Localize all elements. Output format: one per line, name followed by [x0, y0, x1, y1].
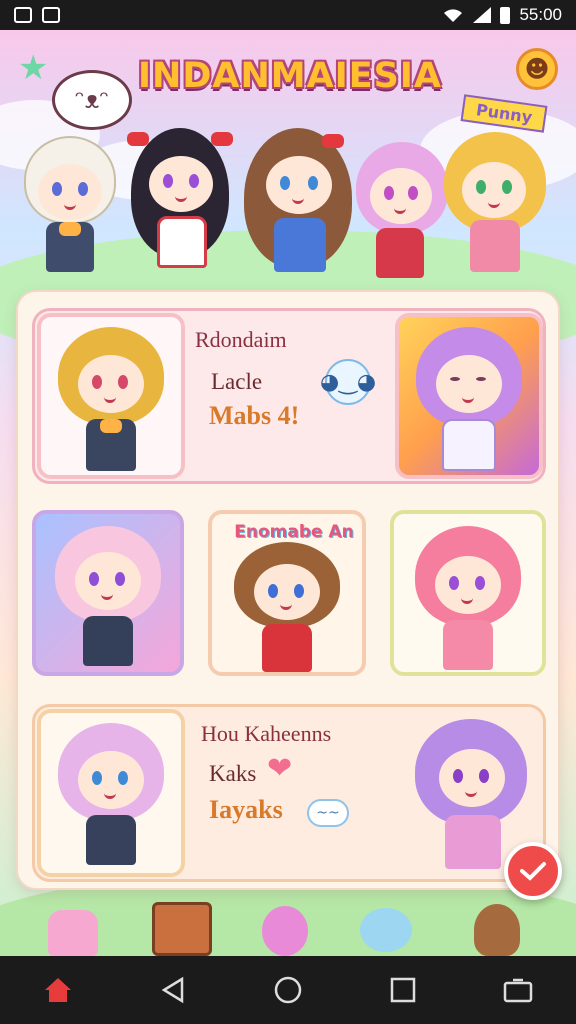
smiley-badge-icon: ◕‿◕ — [320, 359, 376, 405]
card-1-avatar-tile[interactable] — [37, 313, 185, 479]
grid-tile-right[interactable] — [390, 510, 546, 676]
character-black-hair — [125, 128, 235, 288]
status-time: 55:00 — [519, 5, 562, 24]
back-triangle-icon[interactable] — [153, 970, 193, 1010]
character-white-hair — [20, 136, 120, 286]
star-icon: ★ — [18, 48, 49, 88]
card-1-line1: Lacle — [211, 369, 263, 394]
character-pink-cat — [53, 526, 163, 672]
character-lilac-ram — [56, 723, 166, 873]
battery-icon — [500, 6, 511, 24]
character-blonde-hair — [440, 132, 550, 292]
feature-card-2[interactable]: Hou Kaheenns Kaks ❤ Iayaks ~~ — [32, 704, 546, 882]
grid-tile-middle[interactable]: Enomabe An — [208, 510, 366, 676]
recents-square-icon[interactable] — [383, 970, 423, 1010]
check-icon — [520, 862, 546, 881]
wifi-icon — [444, 9, 463, 22]
smile-icon[interactable]: ☻ — [516, 48, 558, 90]
grid-tile-left[interactable] — [32, 510, 184, 676]
status-left-icons — [14, 7, 60, 23]
card-2-title: Hou Kaheenns — [201, 721, 332, 746]
character-curly-blonde — [56, 327, 166, 475]
character-pink-hair — [352, 142, 452, 292]
cloud-badge-icon: ~~ — [307, 799, 349, 827]
card-2-avatar-tile[interactable] — [37, 709, 185, 877]
heart-icon: ❤ — [267, 751, 293, 786]
bottom-nav — [0, 956, 576, 1024]
character-coral-cat — [413, 526, 523, 672]
content-panel: Rdondaim Lacle Mabs 4! ◕‿◕ Enomabe An Ho… — [16, 290, 560, 890]
status-right: 55:00 — [442, 5, 562, 25]
card-1-title: Rdondaim — [195, 327, 287, 352]
card-2-line2: Iayaks — [209, 795, 283, 824]
status-bar: 55:00 — [0, 0, 576, 30]
feature-card-1[interactable]: Rdondaim Lacle Mabs 4! ◕‿◕ — [32, 308, 546, 484]
notification-icon — [42, 7, 60, 23]
treasure-box-deco — [152, 902, 212, 956]
flower-creature-deco — [262, 906, 308, 956]
bear-deco — [474, 904, 520, 956]
apps-icon[interactable] — [498, 970, 538, 1010]
bunny-deco — [48, 910, 98, 956]
header-characters — [20, 126, 560, 316]
character-purple-pigtails — [414, 327, 524, 475]
card-1-right-tile[interactable] — [395, 313, 543, 479]
character-brown-cat — [232, 542, 342, 672]
card-1-line2: Mabs 4! — [209, 401, 300, 430]
character-brown-hair — [238, 128, 358, 288]
home-circle-icon[interactable] — [268, 970, 308, 1010]
confirm-check-button[interactable] — [504, 842, 562, 900]
card-2-line1: Kaks — [209, 761, 257, 786]
heart-bubble-deco — [360, 908, 412, 952]
app-title: INDANMAIESIA — [138, 56, 442, 96]
home-icon[interactable] — [38, 970, 78, 1010]
app-screen: ★ ᵔᴥᵔ INDANMAIESIA ☻ Punny Rdondaim Lacl… — [0, 30, 576, 956]
grid-tile-middle-title: Enomabe An — [234, 522, 354, 542]
gallery-icon — [14, 7, 32, 23]
signal-icon — [473, 7, 492, 23]
